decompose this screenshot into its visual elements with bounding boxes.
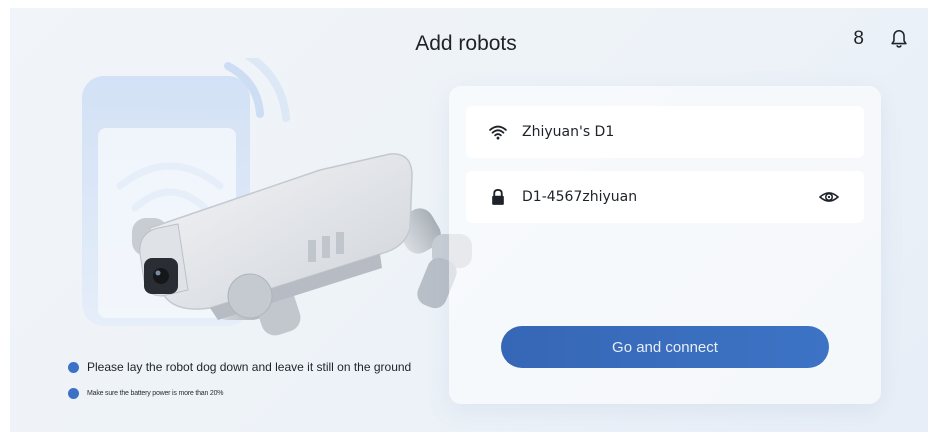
page-title: Add robots: [415, 32, 517, 55]
lock-icon: [492, 188, 504, 205]
step-one-icon: [68, 361, 79, 373]
tips-list: Please lay the robot dog down and leave …: [68, 360, 411, 399]
bell-icon[interactable]: [888, 28, 910, 50]
frame-left: [0, 0, 10, 432]
tip-text: Make sure the battery power is more than…: [87, 390, 224, 397]
password-field[interactable]: D1-4567zhiyuan: [466, 171, 864, 223]
network-name-field[interactable]: Zhiyuan's D1: [466, 106, 864, 158]
step-two-icon: [68, 388, 79, 399]
tip-text: Please lay the robot dog down and leave …: [87, 360, 412, 374]
add-robots-screen: Add robots 8 Please lay the robot dog do…: [0, 0, 932, 432]
tip-item: Please lay the robot dog down and leave …: [68, 360, 411, 374]
header-actions: 8: [853, 28, 910, 50]
go-and-connect-button[interactable]: Go and connect: [501, 326, 829, 368]
frame-right: [928, 0, 932, 432]
wifi-icon: [489, 125, 507, 140]
network-name-value: Zhiyuan's D1: [522, 124, 615, 140]
notification-count: 8: [853, 28, 864, 49]
frame-top: [0, 0, 932, 8]
connection-panel: Zhiyuan's D1 D1-4567zhiyuan Go and conne…: [449, 86, 881, 404]
robot-dog-illustration: [82, 58, 472, 336]
tip-item: Make sure the battery power is more than…: [68, 388, 411, 399]
password-value: D1-4567zhiyuan: [522, 189, 638, 205]
eye-icon[interactable]: [818, 188, 840, 206]
